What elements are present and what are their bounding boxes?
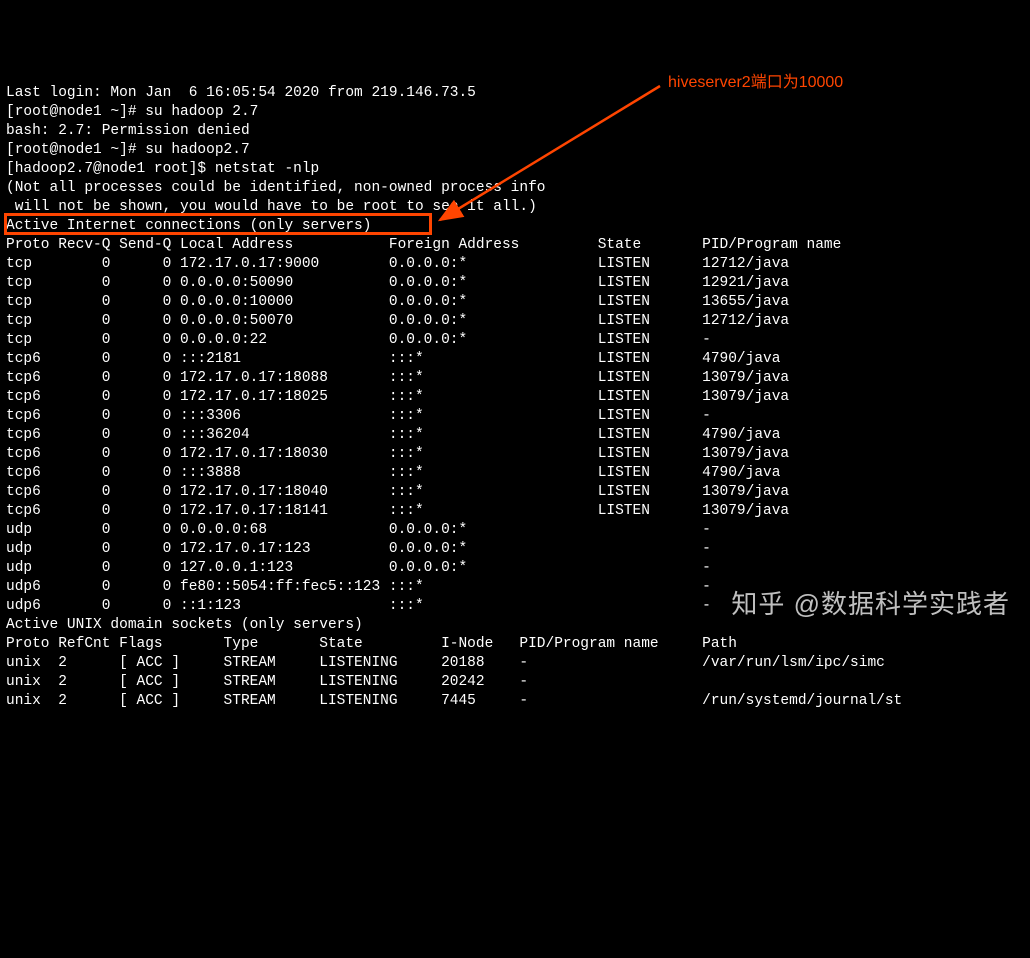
terminal-line-25: udp 0 0 127.0.0.1:123 0.0.0.0:* - (6, 559, 1024, 578)
terminal-line-15: tcp6 0 0 172.17.0.17:18088 :::* LISTEN 1… (6, 369, 1024, 388)
terminal-line-10: tcp 0 0 0.0.0.0:50090 0.0.0.0:* LISTEN 1… (6, 274, 1024, 293)
terminal-line-6: will not be shown, you would have to be … (6, 198, 1024, 217)
terminal-line-20: tcp6 0 0 :::3888 :::* LISTEN 4790/java (6, 464, 1024, 483)
terminal-line-16: tcp6 0 0 172.17.0.17:18025 :::* LISTEN 1… (6, 388, 1024, 407)
watermark: 知乎 @数据科学实践者 (731, 595, 1010, 614)
terminal-line-12: tcp 0 0 0.0.0.0:50070 0.0.0.0:* LISTEN 1… (6, 312, 1024, 331)
terminal-line-21: tcp6 0 0 172.17.0.17:18040 :::* LISTEN 1… (6, 483, 1024, 502)
terminal-line-29: Proto RefCnt Flags Type State I-Node PID… (6, 635, 1024, 654)
terminal-line-2: bash: 2.7: Permission denied (6, 122, 1024, 141)
terminal-line-32: unix 2 [ ACC ] STREAM LISTENING 7445 - /… (6, 692, 1024, 711)
terminal-line-0: Last login: Mon Jan 6 16:05:54 2020 from… (6, 84, 1024, 103)
terminal-line-11: tcp 0 0 0.0.0.0:10000 0.0.0.0:* LISTEN 1… (6, 293, 1024, 312)
terminal-line-23: udp 0 0 0.0.0.0:68 0.0.0.0:* - (6, 521, 1024, 540)
annotation-text: hiveserver2端口为10000 (668, 73, 843, 92)
terminal-line-1: [root@node1 ~]# su hadoop 2.7 (6, 103, 1024, 122)
terminal-line-22: tcp6 0 0 172.17.0.17:18141 :::* LISTEN 1… (6, 502, 1024, 521)
terminal-line-14: tcp6 0 0 :::2181 :::* LISTEN 4790/java (6, 350, 1024, 369)
terminal-line-5: (Not all processes could be identified, … (6, 179, 1024, 198)
terminal-line-19: tcp6 0 0 172.17.0.17:18030 :::* LISTEN 1… (6, 445, 1024, 464)
terminal-line-7: Active Internet connections (only server… (6, 217, 1024, 236)
terminal-line-4: [hadoop2.7@node1 root]$ netstat -nlp (6, 160, 1024, 179)
terminal-line-17: tcp6 0 0 :::3306 :::* LISTEN - (6, 407, 1024, 426)
terminal-line-13: tcp 0 0 0.0.0.0:22 0.0.0.0:* LISTEN - (6, 331, 1024, 350)
terminal-line-18: tcp6 0 0 :::36204 :::* LISTEN 4790/java (6, 426, 1024, 445)
terminal-line-8: Proto Recv-Q Send-Q Local Address Foreig… (6, 236, 1024, 255)
terminal-line-30: unix 2 [ ACC ] STREAM LISTENING 20188 - … (6, 654, 1024, 673)
terminal-line-3: [root@node1 ~]# su hadoop2.7 (6, 141, 1024, 160)
terminal-line-9: tcp 0 0 172.17.0.17:9000 0.0.0.0:* LISTE… (6, 255, 1024, 274)
terminal-line-31: unix 2 [ ACC ] STREAM LISTENING 20242 - (6, 673, 1024, 692)
terminal-line-24: udp 0 0 172.17.0.17:123 0.0.0.0:* - (6, 540, 1024, 559)
